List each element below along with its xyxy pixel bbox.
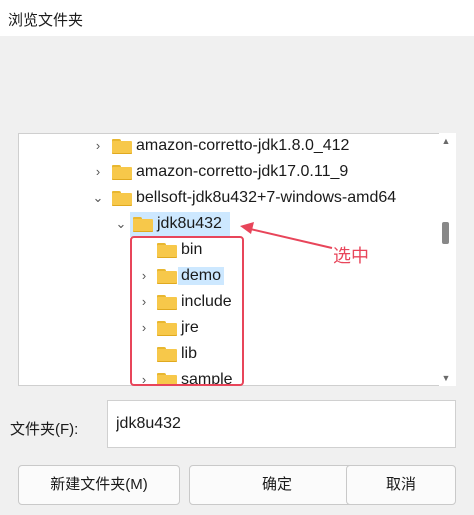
chevron-down-icon[interactable]: ⌄	[91, 190, 105, 206]
folder-icon	[112, 191, 132, 206]
tree-item-amazon-corretto-8[interactable]: › amazon-corretto-jdk1.8.0_412	[19, 134, 439, 160]
ok-button[interactable]: 确定	[189, 465, 365, 505]
annotation-label: 选中	[333, 246, 369, 266]
scroll-down-arrow-icon[interactable]: ▼	[441, 374, 451, 383]
tree-item-label: bellsoft-jdk8u432+7-windows-amd64	[136, 189, 397, 206]
tree-item-label: jdk8u432	[157, 215, 222, 232]
tree-item-label: amazon-corretto-jdk1.8.0_412	[136, 137, 350, 154]
folder-icon	[112, 165, 132, 180]
folder-field-label: 文件夹(F):	[10, 421, 79, 438]
vertical-scrollbar[interactable]	[439, 133, 456, 386]
tree-item-amazon-corretto-17[interactable]: › amazon-corretto-jdk17.0.11_9	[19, 160, 439, 186]
window-title: 浏览文件夹	[8, 12, 84, 29]
annotation-highlight-box	[130, 236, 244, 386]
chevron-right-icon[interactable]: ›	[91, 164, 105, 180]
tree-item-jdk8u432[interactable]: ⌄ jdk8u432	[19, 212, 439, 238]
annotation-arrow-icon	[240, 222, 333, 249]
tree-item-bellsoft-jdk[interactable]: ⌄ bellsoft-jdk8u432+7-windows-amd64	[19, 186, 439, 212]
title-bar: 浏览文件夹	[0, 0, 474, 36]
scrollbar-thumb[interactable]	[442, 222, 449, 244]
tree-item-label: amazon-corretto-jdk17.0.11_9	[136, 163, 349, 180]
chevron-down-icon[interactable]: ⌄	[114, 216, 128, 232]
folder-icon	[112, 139, 132, 154]
new-folder-button[interactable]: 新建文件夹(M)	[18, 465, 180, 505]
chevron-right-icon[interactable]: ›	[91, 138, 105, 154]
cancel-button[interactable]: 取消	[346, 465, 456, 505]
scroll-up-arrow-icon[interactable]: ▲	[441, 137, 451, 146]
folder-icon	[133, 217, 153, 232]
folder-name-input[interactable]	[107, 400, 456, 448]
